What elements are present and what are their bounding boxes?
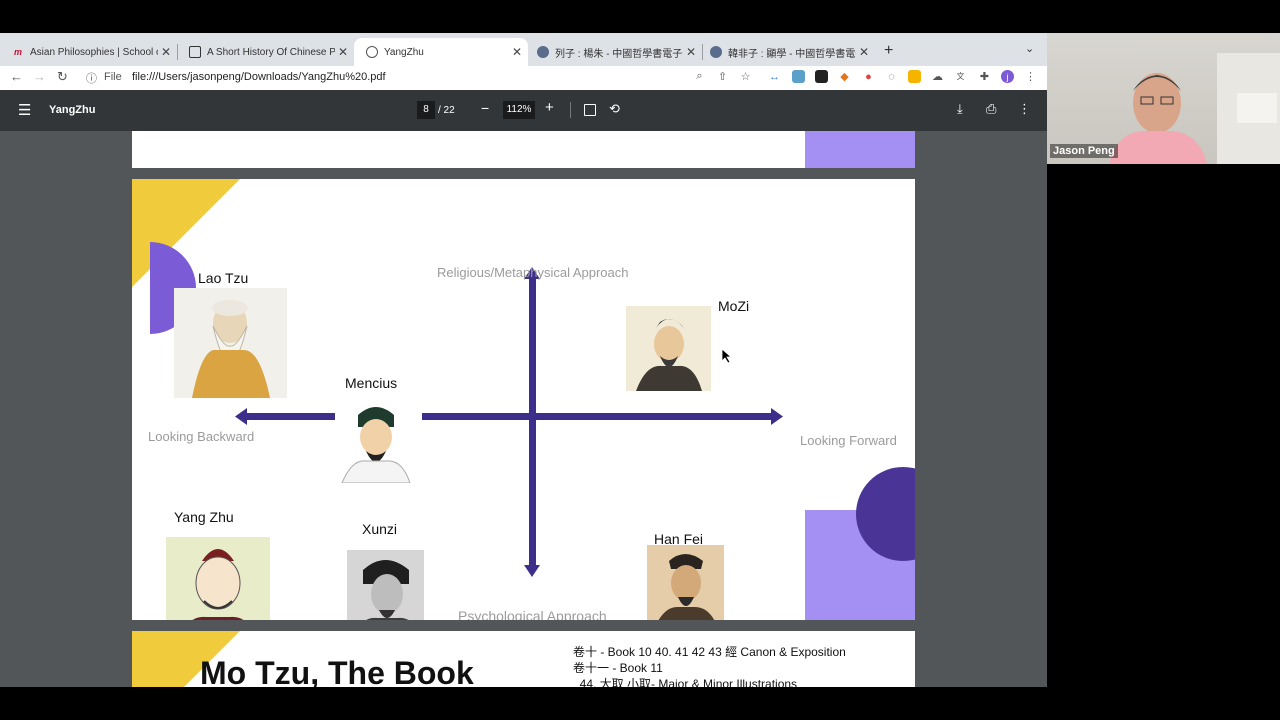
address-bar-url[interactable]: file:///Users/jasonpeng/Downloads/YangZh… [132, 71, 386, 83]
tab-liezi[interactable]: 列子 : 楊朱 - 中國哲學書電子化 ✕ [525, 38, 702, 66]
extension-icon[interactable] [792, 70, 805, 83]
portrait-mencius [336, 401, 416, 483]
forward-arrow-icon[interactable]: → [33, 69, 46, 84]
close-icon[interactable]: ✕ [161, 45, 171, 59]
tab-strip: m Asian Philosophies | School of ✕ A Sho… [0, 33, 1047, 66]
tab-title: 列子 : 楊朱 - 中國哲學書電子化 [555, 48, 683, 60]
vertical-axis [529, 277, 536, 567]
next-page-line: 卷十 - Book 10 40. 41 42 43 經 Canon & Expo… [573, 645, 846, 659]
arrow-left [235, 408, 247, 425]
info-icon[interactable]: ⓘ [86, 70, 97, 86]
portrait-lao-tzu [174, 288, 287, 398]
philosopher-name-mozi: MoZi [718, 298, 750, 314]
tab-title: 韓非子 : 顯學 - 中國哲學書電子 [728, 48, 856, 60]
metamask-fox-icon[interactable]: ◆ [838, 70, 851, 83]
book-icon [189, 46, 201, 58]
video-tile: Jason Peng [1047, 33, 1280, 164]
extension-zotero-icon[interactable] [908, 70, 921, 83]
reload-icon[interactable]: ↻ [57, 69, 68, 85]
tab-hanfeizi[interactable]: 韓非子 : 顯學 - 中國哲學書電子 ✕ [698, 38, 875, 66]
extension-badge-icon[interactable]: ● [862, 70, 875, 83]
philosopher-name-mencius: Mencius [345, 375, 398, 391]
tab-title: Asian Philosophies | School of [30, 46, 158, 58]
arrow-right [771, 408, 783, 425]
axis-label-left: Looking Backward [148, 429, 255, 444]
kebab-menu-icon[interactable]: ⋮ [1024, 70, 1037, 83]
tab-title: A Short History Of Chinese Ph [207, 46, 335, 58]
address-scheme-label: File [104, 71, 122, 83]
philosopher-name-xunzi: Xunzi [362, 521, 398, 537]
extension-arrows-icon[interactable]: ↔ [768, 70, 781, 83]
extension-circle-icon[interactable]: ◌ [885, 70, 898, 83]
m-logo-icon: m [13, 47, 22, 57]
page-total: / 22 [438, 105, 455, 116]
mouse-cursor-icon [722, 349, 732, 363]
browser-window: m Asian Philosophies | School of ✕ A Sho… [0, 33, 1047, 687]
philosopher-name-lao-tzu: Lao Tzu [198, 270, 249, 286]
horizontal-axis-right [422, 413, 774, 420]
axis-label-right: Looking Forward [800, 433, 897, 448]
next-page-title: Mo Tzu, The Book [200, 655, 474, 687]
profile-avatar-icon[interactable]: j [1001, 70, 1014, 83]
participant-name: Jason Peng [1050, 144, 1118, 158]
axis-label-top: Religious/Metaphysical Approach [437, 265, 629, 280]
close-icon[interactable]: ✕ [859, 45, 869, 59]
print-icon[interactable]: ⎙ [986, 101, 996, 117]
horizontal-axis-left [245, 413, 335, 420]
next-page-line: 卷十一 - Book 11 [573, 661, 663, 675]
new-tab-plus-icon[interactable]: + [884, 42, 893, 60]
zoom-in-icon[interactable]: + [545, 99, 554, 116]
share-icon[interactable]: ⇧ [716, 70, 729, 83]
tab-title: YangZhu [384, 46, 424, 58]
pdf-page-previous [132, 131, 915, 168]
rotate-icon[interactable]: ⟲ [609, 101, 620, 117]
zoom-level-input[interactable]: 112% [503, 101, 535, 119]
portrait-mozi [626, 306, 711, 391]
portrait-yang-zhu [166, 537, 270, 620]
globe-icon [366, 46, 378, 58]
pdf-title: YangZhu [49, 104, 96, 116]
portrait-han-fei [647, 545, 724, 620]
globe-icon [537, 46, 549, 58]
download-icon[interactable]: ⤓ [957, 101, 963, 117]
close-icon[interactable]: ✕ [686, 45, 696, 59]
page-number-input[interactable]: 8 [417, 101, 435, 119]
star-icon[interactable]: ☆ [739, 70, 752, 83]
arrow-down [524, 565, 540, 577]
chevron-down-icon[interactable]: ⌄ [1025, 42, 1034, 55]
portrait-xunzi [347, 550, 424, 620]
extension-cloud-icon[interactable]: ☁ [931, 70, 944, 83]
pdf-toolbar: ☰ YangZhu 8 / 22 − 112% + ⟲ ⤓ ⎙ ⋮ [0, 90, 1047, 131]
globe-icon [710, 46, 722, 58]
back-arrow-icon[interactable]: ← [10, 69, 23, 84]
toolbar-divider [570, 102, 571, 118]
zoom-out-icon[interactable]: − [481, 100, 489, 116]
tab-asian-philosophies[interactable]: m Asian Philosophies | School of ✕ [0, 38, 177, 66]
philosopher-name-yang-zhu: Yang Zhu [174, 509, 234, 525]
browser-toolbar: ← → ↻ ⓘ File file:///Users/jasonpeng/Dow… [0, 66, 1047, 90]
tab-short-history[interactable]: A Short History Of Chinese Ph ✕ [177, 38, 354, 66]
pdf-page-slide: Religious/Metaphysical Approach Psycholo… [132, 179, 915, 620]
hamburger-menu-icon[interactable]: ☰ [18, 101, 31, 119]
fit-page-icon[interactable] [584, 104, 596, 116]
pdf-page-next: Mo Tzu, The Book 卷十 - Book 10 40. 41 42 … [132, 631, 915, 687]
screen: m Asian Philosophies | School of ✕ A Sho… [0, 0, 1280, 720]
kebab-menu-icon[interactable]: ⋮ [1018, 101, 1031, 117]
extension-grid-icon[interactable] [815, 70, 828, 83]
close-icon[interactable]: ✕ [338, 45, 348, 59]
axis-label-bottom: Psychological Approach [458, 608, 607, 620]
next-page-line: 44. 大取 小取- Major & Minor Illustrations [573, 677, 798, 687]
zoom-icon[interactable]: ⌕ [693, 70, 706, 83]
close-icon[interactable]: ✕ [512, 45, 522, 59]
extension-translate-icon[interactable]: 文 [954, 70, 967, 83]
puzzle-icon[interactable]: ✚ [978, 70, 991, 83]
tab-yangzhu[interactable]: YangZhu ✕ [354, 38, 528, 66]
lavender-block [805, 131, 915, 168]
